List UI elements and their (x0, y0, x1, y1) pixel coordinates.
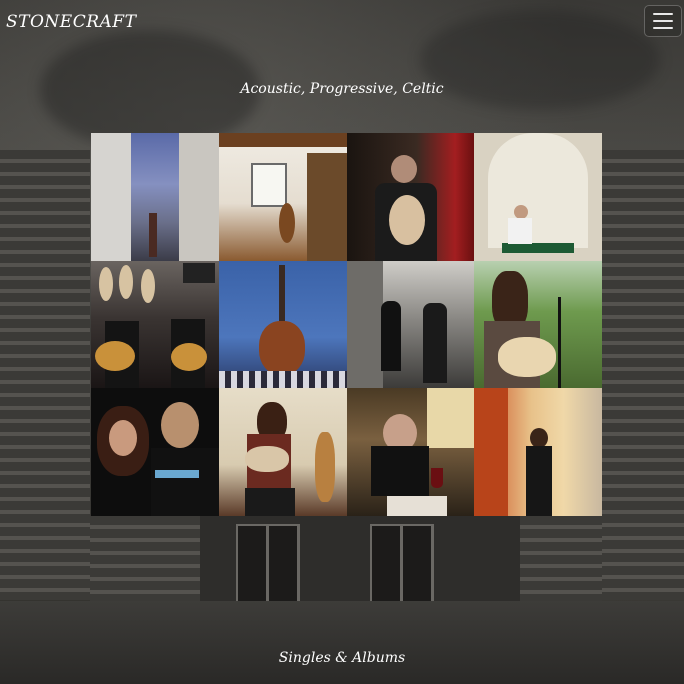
bottom-right-shutter (520, 516, 602, 601)
hamburger-icon (653, 13, 673, 15)
gallery-photo[interactable] (474, 388, 602, 516)
hero-tagline: Acoustic, Progressive, Celtic (240, 81, 444, 97)
gallery-photo[interactable] (474, 133, 602, 261)
photo-gallery (91, 133, 602, 516)
menu-toggle-button[interactable] (644, 5, 682, 37)
right-shutter (602, 150, 684, 600)
brand-logo[interactable]: STONECRAFT (6, 12, 136, 32)
gallery-photo[interactable] (346, 260, 475, 389)
gallery-photo[interactable] (218, 133, 347, 261)
left-shutter (0, 150, 90, 600)
singles-section (0, 601, 684, 684)
window-pane (370, 524, 434, 601)
window-pane (236, 524, 300, 601)
gallery-photo[interactable] (474, 260, 602, 389)
gallery-photo[interactable] (91, 388, 219, 516)
section-title-singles: Singles & Albums (278, 650, 406, 666)
bottom-left-shutter (90, 516, 200, 601)
gallery-photo[interactable] (91, 133, 219, 261)
gallery-photo[interactable] (346, 133, 475, 261)
gallery-photo[interactable] (91, 260, 219, 389)
gallery-photo[interactable] (346, 388, 475, 516)
gallery-photo[interactable] (218, 388, 347, 516)
gallery-photo[interactable] (218, 260, 347, 389)
